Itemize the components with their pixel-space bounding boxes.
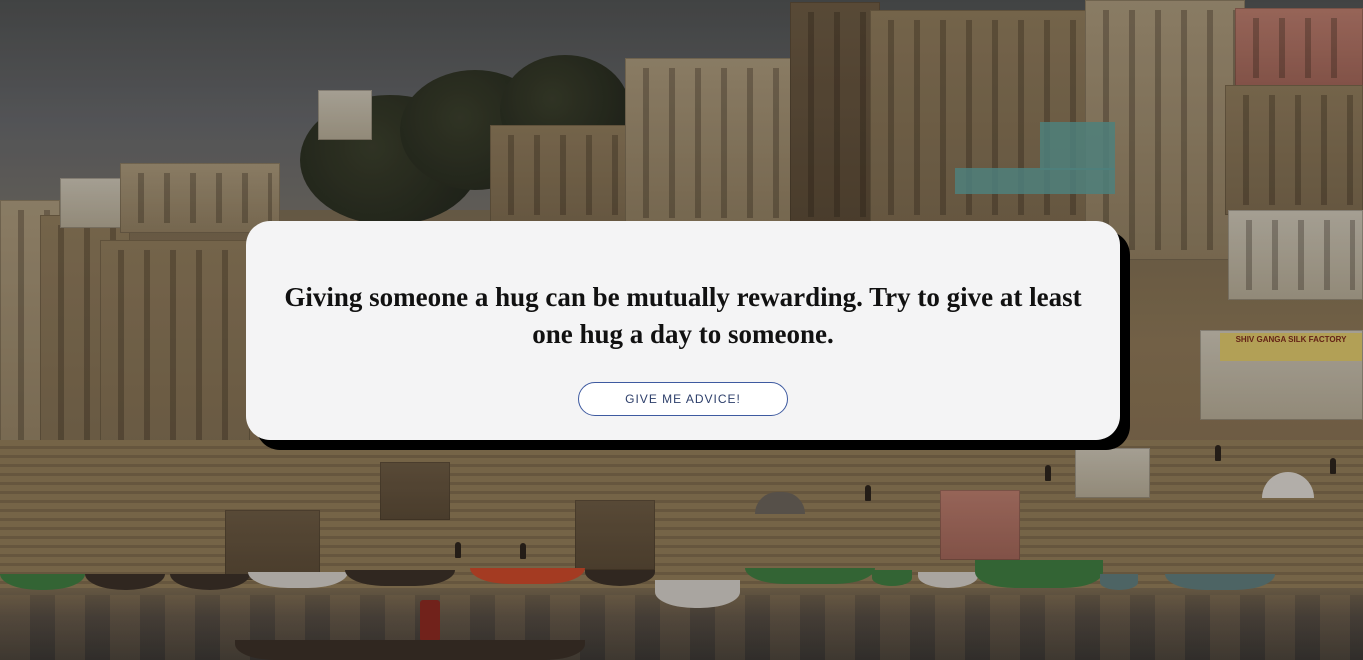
give-advice-button[interactable]: GIVE ME ADVICE!	[578, 382, 788, 416]
advice-text: Giving someone a hug can be mutually rew…	[284, 282, 1082, 349]
advice-card: Giving someone a hug can be mutually rew…	[246, 221, 1120, 440]
